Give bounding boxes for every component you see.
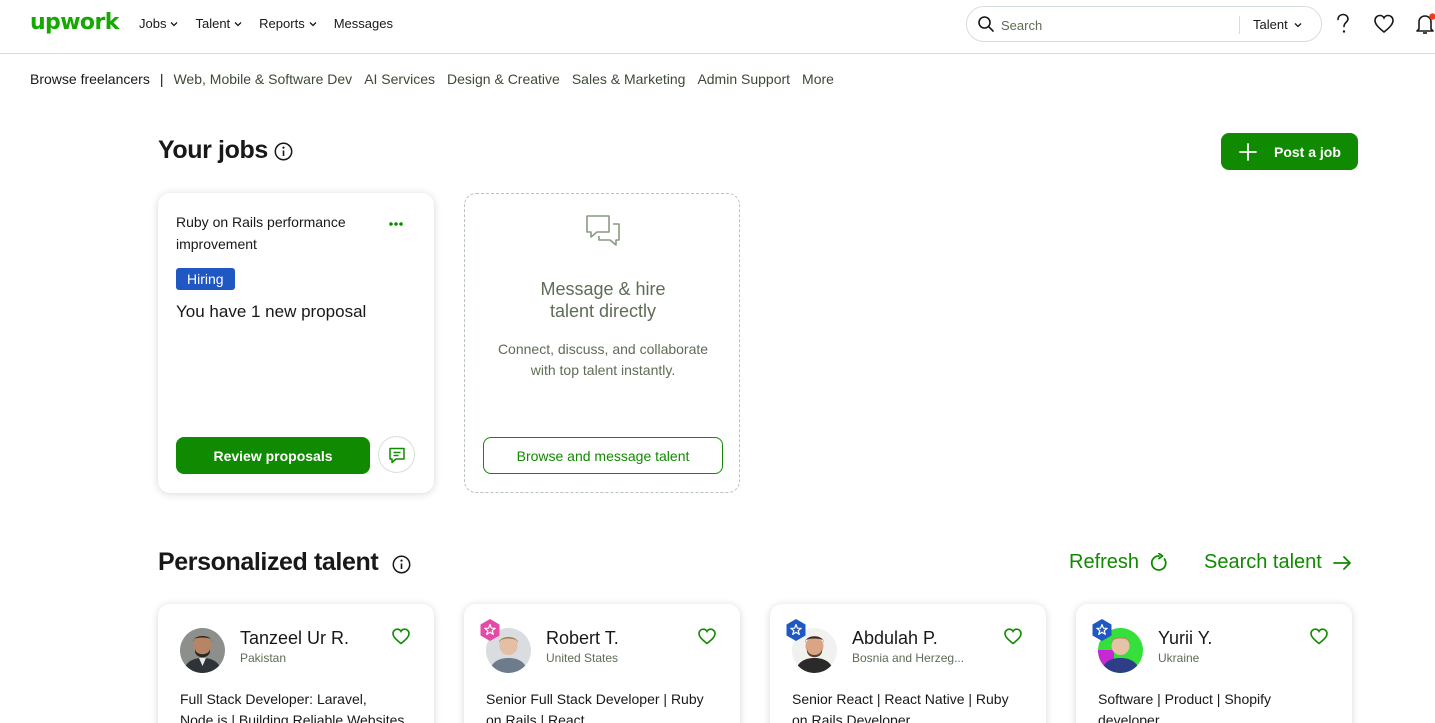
browse-freelancers-link[interactable]: Browse freelancers — [30, 71, 150, 87]
category-sales-marketing[interactable]: Sales & Marketing — [572, 71, 686, 87]
talent-card[interactable]: Yurii Y. Ukraine Software | Product | Sh… — [1076, 604, 1352, 723]
category-ai-services[interactable]: AI Services — [364, 71, 435, 87]
avatar-photo — [180, 628, 225, 673]
refresh-icon — [1150, 552, 1167, 571]
chat-icon — [388, 447, 405, 463]
talent-name[interactable]: Yurii Y. — [1158, 628, 1212, 649]
message-hire-description: Connect, discuss, and collaborate with t… — [465, 339, 741, 381]
heart-icon[interactable] — [697, 626, 717, 646]
nav-reports-label: Reports — [259, 16, 305, 31]
browse-message-talent-button[interactable]: Browse and message talent — [483, 437, 723, 474]
review-proposals-label: Review proposals — [213, 447, 333, 464]
chevron-down-icon — [171, 21, 178, 26]
info-icon[interactable] — [274, 142, 293, 161]
search-icon[interactable] — [977, 15, 995, 33]
proposal-status: You have 1 new proposal — [176, 302, 367, 321]
category-more[interactable]: More — [802, 71, 834, 87]
nav-talent[interactable]: Talent — [195, 16, 242, 31]
heart-icon[interactable] — [1373, 12, 1395, 36]
talent-card[interactable]: Tanzeel Ur R. Pakistan Full Stack Develo… — [158, 604, 434, 723]
job-card[interactable]: Ruby on Rails performance improvement Hi… — [158, 193, 434, 493]
pink-star-badge-icon — [480, 619, 500, 641]
chat-bubbles-icon — [586, 215, 620, 246]
nav-reports[interactable]: Reports — [259, 16, 317, 31]
refresh-button[interactable]: Refresh — [1069, 551, 1169, 574]
search-talent-link[interactable]: Search talent — [1204, 551, 1352, 574]
review-proposals-button[interactable]: Review proposals — [176, 437, 370, 474]
talent-card[interactable]: Abdulah P. Bosnia and Herzeg... Senior R… — [770, 604, 1046, 723]
arrow-right-icon — [1332, 555, 1351, 570]
message-hire-title-line2: talent directly — [549, 301, 657, 321]
message-hire-desc-line1: Connect, discuss, and collaborate — [497, 341, 709, 357]
upwork-logo[interactable]: upwork — [30, 10, 119, 35]
blue-star-badge-icon — [786, 619, 806, 641]
plus-icon — [1239, 142, 1257, 161]
heart-icon[interactable] — [1309, 626, 1329, 646]
chevron-down-icon — [309, 21, 317, 26]
category-nav: Browse freelancers | Web, Mobile & Softw… — [30, 71, 846, 87]
talent-location: Pakistan — [240, 651, 287, 665]
talent-headline: Full Stack Developer: Laravel, Node.js |… — [180, 691, 405, 723]
talent-location: Bosnia and Herzeg... — [852, 651, 965, 665]
category-separator: | — [159, 71, 164, 87]
category-web-mobile-software[interactable]: Web, Mobile & Software Dev — [173, 71, 352, 87]
message-hire-title-line1: Message & hire — [540, 279, 666, 299]
nav-messages-label: Messages — [333, 16, 393, 31]
talent-name[interactable]: Tanzeel Ur R. — [240, 628, 349, 649]
talent-name[interactable]: Robert T. — [546, 628, 619, 649]
your-jobs-heading: Your jobs — [158, 136, 268, 164]
nav-jobs-label: Jobs — [139, 16, 167, 31]
help-icon[interactable] — [1332, 12, 1354, 36]
heart-icon[interactable] — [1003, 626, 1023, 646]
chevron-down-icon — [1294, 22, 1302, 27]
nav-talent-label: Talent — [195, 16, 231, 31]
chevron-down-icon — [234, 21, 242, 26]
post-job-button[interactable]: Post a job — [1221, 133, 1358, 170]
search-input[interactable] — [1001, 15, 1191, 35]
talent-location: Ukraine — [1158, 651, 1200, 665]
category-design-creative[interactable]: Design & Creative — [447, 71, 560, 87]
job-title[interactable]: Ruby on Rails performance improvement — [176, 211, 376, 255]
more-options-icon[interactable] — [386, 217, 406, 231]
talent-card[interactable]: Robert T. United States Senior Full Stac… — [464, 604, 740, 723]
search-bar: Talent — [966, 6, 1322, 42]
talent-headline: Senior Full Stack Developer | Ruby on Ra… — [486, 691, 704, 723]
post-job-label: Post a job — [1274, 143, 1341, 160]
refresh-label: Refresh — [1069, 551, 1140, 573]
search-scope-select[interactable]: Talent — [1253, 17, 1302, 32]
talent-name[interactable]: Abdulah P. — [852, 628, 938, 649]
message-hire-desc-line2: with top talent instantly. — [530, 362, 676, 378]
avatar[interactable] — [180, 628, 225, 673]
browse-message-talent-label: Browse and message talent — [516, 447, 690, 464]
message-hire-card: Message & hire talent directly Connect, … — [464, 193, 740, 493]
search-divider — [1239, 16, 1240, 34]
heart-icon[interactable] — [391, 626, 411, 646]
talent-location: United States — [546, 651, 619, 665]
blue-star-badge-icon — [1092, 619, 1112, 641]
status-badge: Hiring — [176, 268, 235, 290]
main-nav: Jobs Talent Reports Messages — [139, 16, 410, 31]
message-hire-title: Message & hire talent directly — [465, 278, 741, 322]
nav-messages[interactable]: Messages — [334, 16, 393, 31]
search-scope-label: Talent — [1253, 17, 1288, 32]
notification-bell-icon[interactable] — [1414, 12, 1435, 36]
nav-jobs[interactable]: Jobs — [139, 16, 178, 31]
message-button[interactable] — [378, 436, 415, 473]
talent-headline: Senior React | React Native | Ruby on Ra… — [792, 691, 1009, 723]
top-navigation: upwork Jobs Talent Reports Messages Tale… — [0, 0, 1435, 54]
category-admin-support[interactable]: Admin Support — [697, 71, 790, 87]
personalized-talent-heading: Personalized talent — [158, 548, 379, 576]
search-talent-label: Search talent — [1204, 551, 1322, 573]
talent-headline: Software | Product | Shopify developer — [1098, 691, 1272, 723]
info-icon[interactable] — [392, 555, 411, 574]
